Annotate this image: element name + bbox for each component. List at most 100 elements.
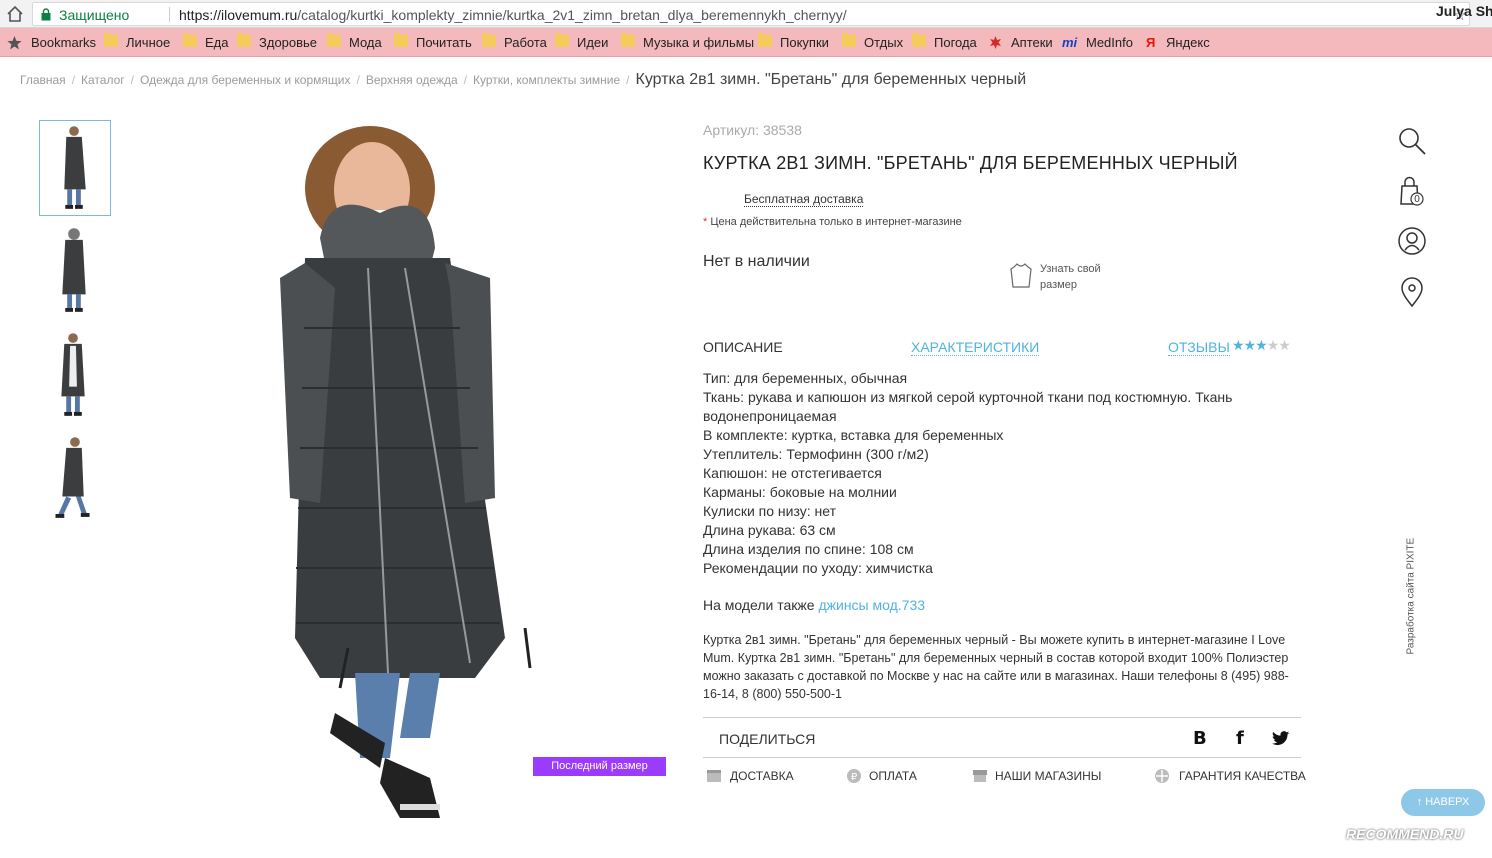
free-shipping-link[interactable]: Бесплатная доставка [744, 192, 864, 207]
product-thumbnail-2[interactable] [39, 224, 111, 320]
share-label: ПОДЕЛИТЬСЯ [719, 731, 816, 747]
star-filled-icon: ★ [1255, 337, 1268, 353]
bookmark-pokupki[interactable]: Покупки [780, 35, 829, 50]
description-line: Утеплитель: Термофинн (300 г/м2) [703, 446, 929, 462]
delivery-box-icon [707, 770, 721, 782]
breadcrumb-separator: / [463, 73, 467, 87]
folder-icon [842, 33, 856, 47]
tab-description[interactable]: ОПИСАНИЕ [703, 339, 783, 355]
folder-icon [555, 33, 569, 47]
profile-name[interactable]: Julya Sh [1436, 3, 1492, 19]
yandex-logo-icon: Я [1146, 35, 1156, 50]
folder-icon [394, 33, 408, 47]
url-divider [169, 7, 170, 22]
share-row: ПОДЕЛИТЬСЯ В f [703, 717, 1301, 758]
model-front-figure [64, 126, 86, 209]
bookmark-zdorovye[interactable]: Здоровье [259, 35, 317, 50]
folder-icon [327, 33, 341, 47]
description-line: Тип: для беременных, обычная [703, 370, 908, 386]
quality-badge-icon [1155, 769, 1169, 783]
folder-icon [758, 33, 772, 47]
product-thumbnail-4[interactable] [39, 432, 111, 528]
bookmark-medinfo[interactable]: MedInfo [1086, 35, 1133, 50]
bookmark-lichnoe[interactable]: Личное [126, 35, 170, 50]
bookmarks-bar: Bookmarks Личное Еда Здоровье Мода Почит… [0, 28, 1492, 57]
search-icon[interactable] [1397, 126, 1427, 156]
product-main-photo[interactable] [260, 118, 590, 828]
pharmacy-leaf-icon [990, 36, 1001, 49]
svg-text:₽: ₽ [851, 772, 858, 783]
home-icon[interactable] [5, 4, 25, 24]
tab-reviews[interactable]: ОТЗЫВЫ [1168, 339, 1230, 356]
jeans-link[interactable]: джинсы мод.733 [818, 597, 925, 613]
product-thumbnail-1[interactable] [39, 120, 111, 216]
watermark: RECOMMEND.RU [1346, 826, 1464, 842]
secure-label: Защищено [59, 7, 130, 23]
twitter-icon[interactable] [1272, 731, 1290, 746]
model-back-figure [62, 228, 86, 312]
star-filled-icon: ★ [1232, 337, 1245, 353]
tab-characteristics[interactable]: ХАРАКТЕРИСТИКИ [911, 339, 1040, 356]
description-line: Длина рукава: 63 см [703, 522, 836, 538]
bookmark-yandex[interactable]: Яндекс [1166, 35, 1210, 50]
scroll-top-button[interactable]: ↑ НАВЕРХ [1401, 789, 1485, 816]
find-size-link[interactable]: Узнать свой размер [1040, 261, 1130, 293]
stock-status: Нет в наличии [703, 253, 810, 270]
rating-stars: ★★★★★ [1232, 337, 1291, 354]
bookmark-apteki[interactable]: Аптеки [1011, 35, 1053, 50]
cart-count: 0 [1414, 194, 1420, 205]
breadcrumb-link[interactable]: Главная [20, 73, 66, 87]
bookmark-otdyh[interactable]: Отдых [864, 35, 903, 50]
breadcrumb-separator: / [71, 73, 76, 87]
bookmark-rabota[interactable]: Работа [504, 35, 547, 50]
bookmark-pochitat[interactable]: Почитать [416, 35, 472, 50]
description-line: Ткань: рукава и капюшон из мягкой серой … [703, 389, 1233, 424]
bookmark-moda[interactable]: Мода [349, 35, 382, 50]
breadcrumb-link[interactable]: Одежда для беременных и кормящих [140, 73, 350, 87]
user-account-icon[interactable] [1397, 226, 1427, 256]
folder-icon [104, 33, 118, 47]
bookmark-pogoda[interactable]: Погода [934, 35, 977, 50]
cart-bag-icon[interactable] [1397, 176, 1427, 206]
bookmark-bookmarks[interactable]: Bookmarks [31, 35, 96, 50]
location-pin-icon[interactable] [1397, 277, 1427, 307]
folder-icon [183, 33, 197, 47]
breadcrumb-link[interactable]: Каталог [81, 73, 125, 87]
breadcrumb-link[interactable]: Верхняя одежда [366, 73, 458, 87]
stores-link[interactable]: НАШИ МАГАЗИНЫ [995, 769, 1101, 783]
quality-link[interactable]: ГАРАНТИЯ КАЧЕСТВА [1179, 769, 1306, 783]
last-size-badge: Последний размер [533, 757, 666, 776]
vk-icon[interactable]: В [1193, 728, 1207, 749]
star-filled-icon: ★ [1243, 337, 1257, 353]
price-note: * Цена действительна только в интернет-м… [703, 216, 962, 228]
bookmark-idei[interactable]: Идеи [577, 35, 608, 50]
model-note-prefix: На модели также [703, 597, 819, 613]
payment-link[interactable]: ОПЛАТА [869, 769, 917, 783]
product-thumbnail-3[interactable] [39, 328, 111, 424]
facebook-icon[interactable]: f [1236, 728, 1244, 749]
folder-icon [482, 33, 496, 47]
model-note: На модели также джинсы мод.733 [703, 597, 925, 613]
folder-icon [621, 33, 635, 47]
url-field[interactable]: Защищено https://ilovemum.ru/catalog/kur… [32, 2, 1470, 26]
breadcrumb-separator: / [356, 73, 360, 87]
model-open-figure [61, 333, 85, 416]
breadcrumb-separator: / [626, 73, 630, 87]
seo-text: Куртка 2в1 зимн. "Бретань" для беременны… [703, 633, 1289, 701]
size-garment-icon[interactable] [1010, 263, 1032, 289]
developer-credit[interactable]: Разработка сайта PIXITE [1406, 538, 1417, 655]
lock-icon [41, 8, 51, 21]
breadcrumb-link[interactable]: Куртки, комплекты зимние [473, 73, 620, 87]
delivery-link[interactable]: ДОСТАВКА [730, 769, 794, 783]
star-empty-icon: ★ [1278, 337, 1291, 353]
bookmark-muzyka[interactable]: Музыка и фильмы [643, 35, 754, 50]
description-line: Капюшон: не отстегивается [703, 465, 882, 481]
breadcrumb-current: Куртка 2в1 зимн. "Бретань" для беременны… [635, 71, 1027, 88]
product-description: Тип: для беременных, обычная Ткань: рука… [703, 369, 1263, 578]
bookmark-eda[interactable]: Еда [205, 35, 229, 50]
star-empty-icon: ★ [1266, 337, 1280, 353]
breadcrumb-separator: / [130, 73, 134, 87]
url-host: https://ilovemum.ru [179, 7, 298, 23]
bookmarks-star-icon [7, 36, 22, 50]
model-walking-figure [55, 437, 90, 518]
